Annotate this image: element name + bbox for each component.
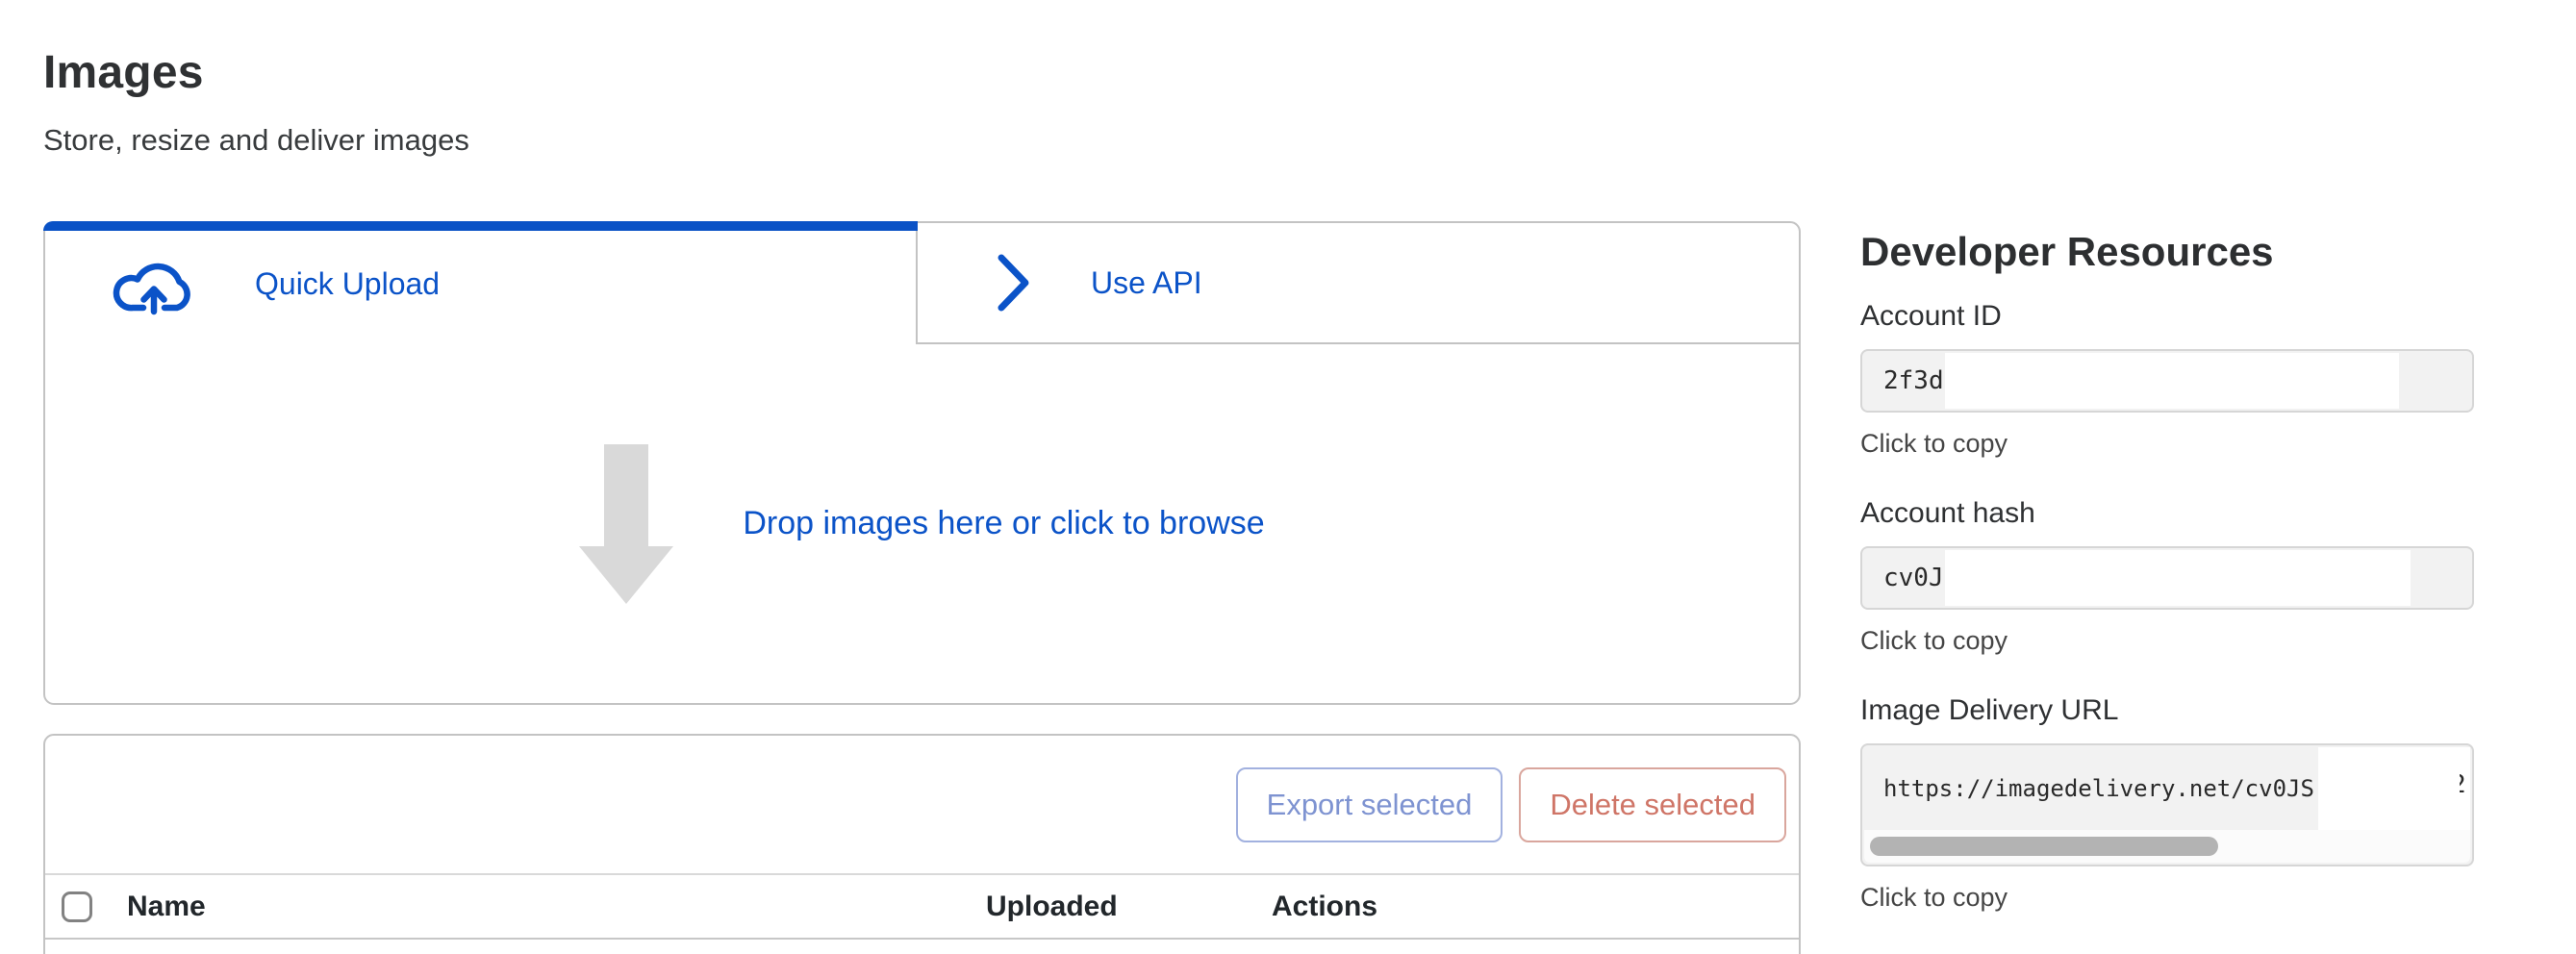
image-delivery-url-field[interactable]: https://imagedelivery.net/cv0JS 2 bbox=[1860, 743, 2474, 866]
table-header-row: Name Uploaded Actions bbox=[45, 875, 1799, 940]
table-toolbar: Export selected Delete selected bbox=[45, 736, 1799, 875]
export-selected-button[interactable]: Export selected bbox=[1236, 767, 1503, 842]
upload-tabs: Quick Upload Use API bbox=[45, 223, 1799, 344]
column-header-name: Name bbox=[127, 891, 206, 923]
cloud-upload-icon bbox=[109, 247, 205, 320]
account-id-value: 2f3d bbox=[1883, 351, 1944, 411]
chevron-right-icon bbox=[993, 251, 1035, 314]
upload-panel: Quick Upload Use API Drop images here or… bbox=[43, 221, 1801, 705]
image-delivery-url-copy-hint: Click to copy bbox=[1860, 883, 2474, 913]
images-page: Images Store, resize and deliver images … bbox=[0, 0, 2576, 954]
account-id-copy-hint: Click to copy bbox=[1860, 429, 2474, 459]
account-hash-group: Account hash cv0J Click to copy bbox=[1860, 497, 2474, 656]
account-id-group: Account ID 2f3d Click to copy bbox=[1860, 300, 2474, 459]
tab-quick-upload-label: Quick Upload bbox=[255, 266, 440, 302]
horizontal-scrollbar bbox=[1864, 830, 2470, 863]
down-arrow-icon bbox=[579, 444, 673, 604]
dropzone[interactable]: Drop images here or click to browse bbox=[45, 344, 1799, 703]
account-hash-field[interactable]: cv0J bbox=[1860, 546, 2474, 610]
redaction-overlay bbox=[1945, 353, 2399, 409]
column-header-actions: Actions bbox=[1272, 891, 1377, 923]
tab-quick-upload[interactable]: Quick Upload bbox=[45, 223, 916, 344]
account-hash-copy-hint: Click to copy bbox=[1860, 626, 2474, 656]
account-hash-value: cv0J bbox=[1883, 548, 1944, 608]
tab-use-api-label: Use API bbox=[1091, 265, 1202, 301]
select-all-checkbox[interactable] bbox=[62, 891, 92, 922]
images-table-panel: Export selected Delete selected Name Upl… bbox=[43, 734, 1801, 954]
tab-use-api[interactable]: Use API bbox=[916, 223, 1799, 344]
redaction-overlay bbox=[1945, 550, 2411, 606]
delete-selected-button[interactable]: Delete selected bbox=[1519, 767, 1786, 842]
image-delivery-url-value: https://imagedelivery.net/cv0JS bbox=[1883, 745, 2314, 832]
dropzone-label: Drop images here or click to browse bbox=[743, 505, 1264, 542]
developer-resources-panel: Developer Resources Account ID 2f3d Clic… bbox=[1860, 229, 2474, 951]
column-header-uploaded: Uploaded bbox=[986, 891, 1118, 923]
image-delivery-url-group: Image Delivery URL https://imagedelivery… bbox=[1860, 694, 2474, 913]
account-id-field[interactable]: 2f3d bbox=[1860, 349, 2474, 413]
developer-resources-title: Developer Resources bbox=[1860, 229, 2474, 275]
account-hash-label: Account hash bbox=[1860, 497, 2474, 530]
account-id-label: Account ID bbox=[1860, 300, 2474, 333]
redaction-overlay bbox=[2318, 747, 2470, 836]
scrollbar-thumb[interactable] bbox=[1870, 837, 2218, 856]
page-subtitle: Store, resize and deliver images bbox=[43, 123, 469, 158]
image-delivery-url-label: Image Delivery URL bbox=[1860, 694, 2474, 727]
page-title: Images bbox=[43, 46, 204, 99]
